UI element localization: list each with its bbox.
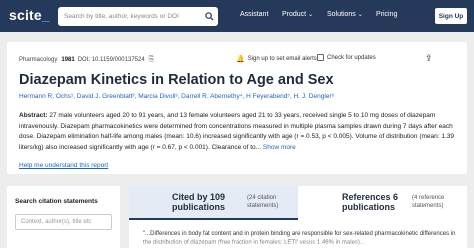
sign-up-button[interactable]: Sign Up <box>435 8 467 24</box>
doi[interactable]: DOI: 10.1159/000137524 <box>78 57 145 63</box>
paper-meta: Pharmacology 1981 DOI: 10.1159/000137524… <box>19 56 154 64</box>
nav-solutions[interactable]: Solutions ⌄ <box>327 11 363 18</box>
email-alert-label: Sign up to set email alerts <box>247 56 317 62</box>
chevron-down-icon: ⌄ <box>308 12 314 18</box>
citation-search-title: Search citation statements <box>15 198 98 205</box>
nav-product[interactable]: Product ⌄ <box>282 11 313 18</box>
tab-cited-by-sub1: (24 citation <box>247 195 277 201</box>
chevron-down-icon: ⌄ <box>357 12 363 18</box>
check-updates-icon[interactable] <box>317 54 324 61</box>
nav-solutions-label: Solutions <box>327 11 356 18</box>
abstract-label: Abstract: <box>19 112 48 119</box>
bell-icon: 🔔 <box>236 56 245 63</box>
nav-product-label: Product <box>282 11 307 18</box>
nav-assistant-label: Assistant <box>240 11 269 18</box>
tab-cited-by-sub2: statements) <box>247 203 279 209</box>
tab-cited-by-statements: (24 citation statements) <box>247 194 278 210</box>
search-bar[interactable]: Search by title, author, keywords or DOI <box>58 7 218 26</box>
tab-cited-by-title: Cited by 109 publications <box>172 192 225 212</box>
citation-search-input[interactable]: Context, author(s), title etc <box>15 214 112 230</box>
share-icon[interactable]: ⇪ <box>425 53 433 64</box>
citation-search-panel: Search citation statements Context, auth… <box>7 186 120 248</box>
tab-references-statements: (4 reference statements) <box>412 194 444 210</box>
abstract: Abstract: 27 male volunteers aged 20 to … <box>19 111 465 153</box>
tab-references-sub2: statements) <box>412 203 444 209</box>
nav-pricing[interactable]: Pricing <box>376 11 397 18</box>
tab-references-count: References 6 <box>342 192 399 202</box>
author-list[interactable]: Hermann R. Ochs¹, David J. Greenblatt², … <box>19 93 334 100</box>
search-input[interactable]: Search by title, author, keywords or DOI <box>64 13 200 20</box>
publication-year: 1981 <box>61 57 75 63</box>
tab-cited-by-count: Cited by 109 <box>172 192 226 202</box>
fade-overlay <box>129 238 467 248</box>
search-icon[interactable] <box>200 7 218 26</box>
abstract-text: 27 male volunteers aged 20 to 91 years, … <box>19 112 455 151</box>
check-updates-label[interactable]: Check for updates <box>327 55 376 61</box>
tab-references[interactable]: References 6 publications (4 reference sta… <box>298 186 467 220</box>
nav-assistant[interactable]: Assistant <box>240 11 268 18</box>
tab-references-title: References 6 publications <box>342 192 398 212</box>
tab-references-word: publications <box>342 202 396 212</box>
tab-references-sub1: (4 reference <box>412 195 445 201</box>
tab-cited-by[interactable]: Cited by 109 publications (24 citation sta… <box>129 186 298 220</box>
paper-card: Pharmacology 1981 DOI: 10.1159/000137524… <box>7 42 467 174</box>
logo-text: scite <box>9 7 42 23</box>
journal-name[interactable]: Pharmacology <box>19 57 57 63</box>
tab-cited-by-word: publications <box>172 202 226 212</box>
scite-logo[interactable]: scite_ <box>9 7 50 23</box>
citations-panel: Cited by 109 publications (24 citation sta… <box>129 186 467 248</box>
copy-icon[interactable]: ⎘ <box>149 56 155 64</box>
help-understand-link[interactable]: Help me understand this report <box>19 162 108 169</box>
nav-pricing-label: Pricing <box>376 11 398 18</box>
logo-underscore: _ <box>41 7 50 23</box>
top-navigation-bar: scite_ Search by title, author, keywords… <box>0 0 474 32</box>
paper-title: Diazepam Kinetics in Relation to Age and… <box>19 72 334 88</box>
email-alert-link[interactable]: 🔔 Sign up to set email alerts <box>236 55 317 63</box>
show-more-link[interactable]: Show more <box>261 144 296 151</box>
